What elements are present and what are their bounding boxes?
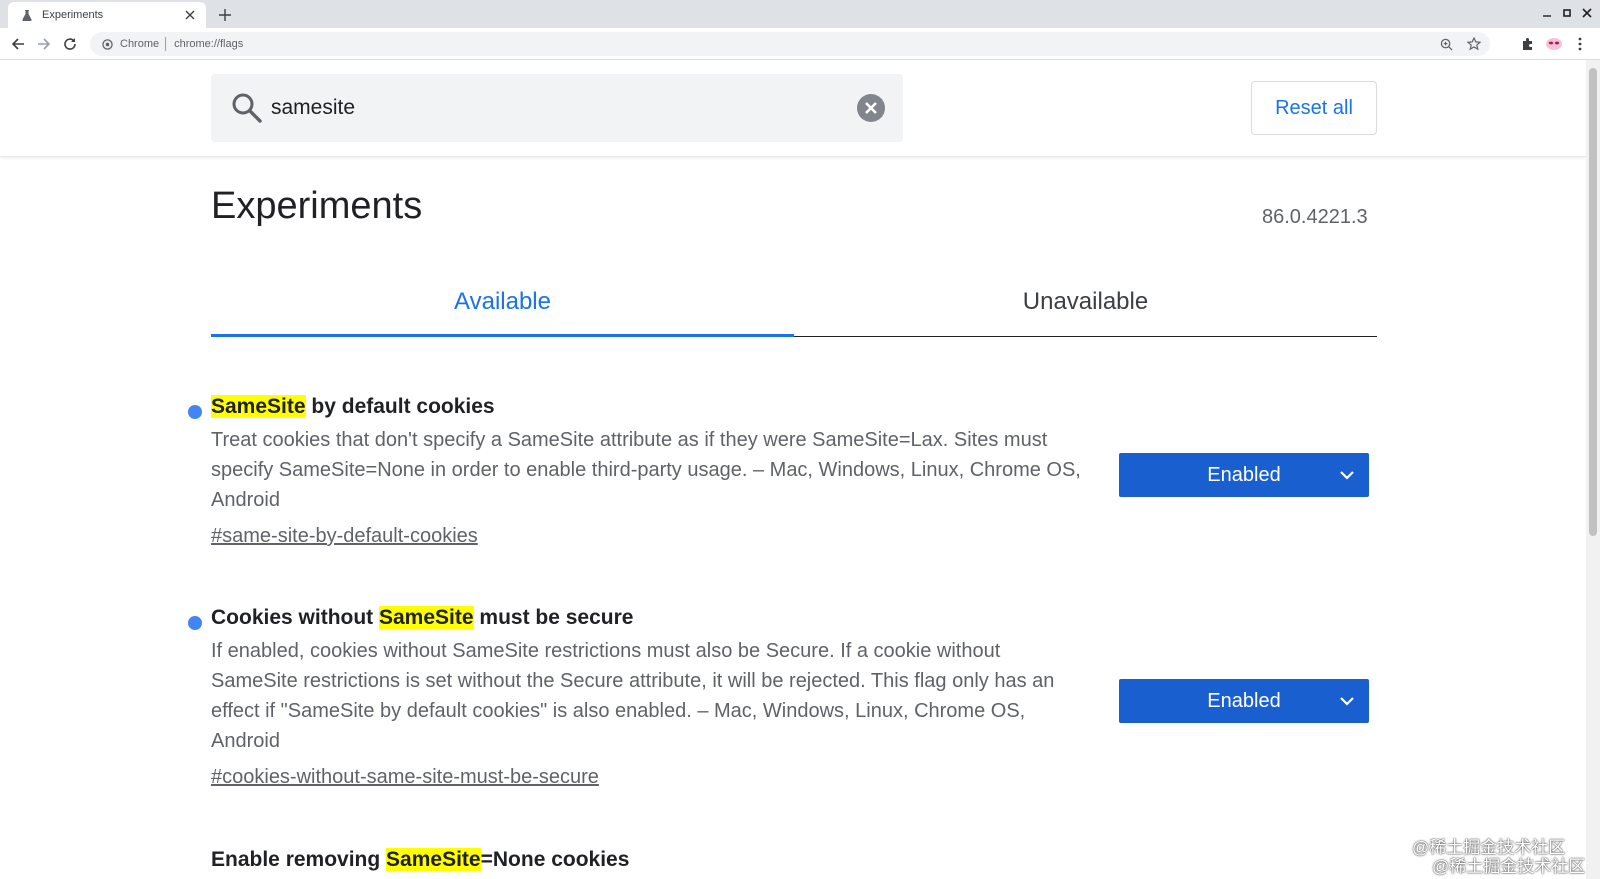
close-tab-icon[interactable] [182, 7, 198, 23]
chrome-icon [100, 37, 114, 51]
active-tab-indicator [211, 334, 794, 337]
new-tab-icon[interactable] [215, 5, 235, 25]
tab-unavailable[interactable]: Unavailable [794, 267, 1377, 337]
search-highlight: SameSite [211, 395, 306, 418]
omnibox-actions [1436, 34, 1484, 54]
tab-available[interactable]: Available [211, 267, 794, 337]
experiment-permalink[interactable]: #cookies-without-same-site-must-be-secur… [211, 766, 599, 789]
omnibox-chip[interactable]: Chrome [100, 37, 174, 51]
flags-header: Reset all [0, 60, 1586, 157]
search-input[interactable] [271, 88, 831, 128]
menu-kebab-icon[interactable] [1568, 32, 1592, 56]
experiment-same-site-by-default-cookies: SameSite by default cookies Treat cookie… [188, 395, 1369, 565]
page-title: Experiments [211, 185, 423, 227]
chevron-down-icon [1340, 697, 1354, 706]
bookmark-star-icon[interactable] [1464, 34, 1484, 54]
search-highlight: SameSite [386, 848, 481, 871]
experiment-enable-removing-same-site-none-cookies: Enable removing SameSite=None cookies [188, 848, 1368, 879]
search-highlight: SameSite [379, 606, 474, 629]
search-icon [232, 93, 262, 123]
flask-icon [20, 8, 34, 22]
experiment-title-prefix: Cookies without [211, 606, 379, 629]
experiment-description: If enabled, cookies without SameSite res… [211, 640, 1055, 752]
experiment-description: Treat cookies that don't specify a SameS… [211, 429, 1081, 511]
experiment-title-suffix: must be secure [473, 606, 634, 629]
scrollbar-thumb[interactable] [1589, 68, 1597, 536]
experiment-cookies-without-same-site-must-be-secure: Cookies without SameSite must be secure … [188, 606, 1369, 806]
browser-window: Experiments Chrome chrome://flags samesi… [0, 0, 1600, 879]
omnibox-url: chrome://flags [174, 38, 244, 50]
watermark: @稀土掘金技术社区 [1432, 857, 1586, 876]
experiment-title: Cookies without SameSite must be secure [211, 606, 633, 630]
experiment-title-suffix: =None cookies [480, 848, 630, 871]
experiment-title-prefix: Enable removing [211, 848, 387, 871]
flags-tabs: Available Unavailable [211, 267, 1377, 337]
modified-indicator-dot [188, 405, 202, 419]
chevron-down-icon [1340, 471, 1354, 480]
omnibox-separator [165, 37, 167, 51]
forward-icon[interactable] [32, 32, 56, 56]
chrome-version: 86.0.4221.3 [1262, 206, 1368, 228]
page-scrollbar[interactable] [1586, 60, 1600, 879]
tab-title: Experiments [42, 9, 104, 21]
minimize-icon[interactable] [1538, 4, 1556, 22]
reload-icon[interactable] [58, 32, 82, 56]
flags-page: Reset all Experiments 86.0.4221.3 Availa… [0, 60, 1586, 879]
extensions-puzzle-icon[interactable] [1516, 32, 1540, 56]
experiment-state-value: Enabled [1207, 463, 1281, 486]
reset-all-button[interactable]: Reset all [1251, 81, 1377, 135]
experiment-state-select[interactable]: Enabled [1119, 679, 1369, 723]
close-window-icon[interactable] [1578, 4, 1596, 22]
omnibox[interactable]: Chrome chrome://flags [90, 32, 1490, 56]
profile-avatar-icon[interactable] [1542, 32, 1566, 56]
browser-tab-experiments[interactable]: Experiments [8, 2, 206, 28]
zoom-icon[interactable] [1436, 34, 1456, 54]
omnibox-chip-label: Chrome [120, 38, 160, 50]
experiment-state-select[interactable]: Enabled [1119, 453, 1369, 497]
back-icon[interactable] [6, 32, 30, 56]
browser-toolbar: Chrome chrome://flags [0, 28, 1600, 60]
search-box [211, 74, 903, 142]
experiment-title-suffix: by default cookies [305, 395, 495, 418]
experiment-permalink[interactable]: #same-site-by-default-cookies [211, 525, 478, 548]
tab-strip: Experiments [0, 0, 1600, 28]
experiment-state-value: Enabled [1207, 689, 1281, 712]
modified-indicator-dot [188, 616, 202, 630]
clear-search-icon[interactable] [856, 93, 886, 123]
maximize-icon[interactable] [1558, 4, 1576, 22]
experiment-title: SameSite by default cookies [211, 395, 495, 419]
experiment-title: Enable removing SameSite=None cookies [211, 848, 629, 872]
